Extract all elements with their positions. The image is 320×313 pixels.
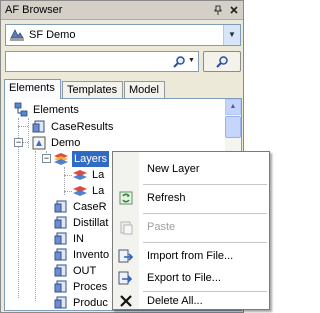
- menu-item-label: Import from File...: [147, 250, 234, 262]
- database-selector[interactable]: SF Demo ▼: [5, 24, 241, 46]
- element-icon: [53, 199, 69, 215]
- search-icon: [215, 55, 229, 69]
- menu-item-label: Export to File...: [147, 272, 221, 284]
- tree-item-label: Layers: [72, 151, 110, 167]
- menu-item-label: Refresh: [147, 192, 186, 204]
- search-field[interactable]: ▼: [5, 51, 199, 72]
- chevron-down-icon[interactable]: ▼: [223, 25, 240, 45]
- tree-item-label: Elements: [33, 104, 79, 116]
- demo-element-icon: [31, 135, 47, 151]
- panel-titlebar: AF Browser: [1, 1, 243, 20]
- search-button[interactable]: [203, 51, 241, 72]
- menu-item-export[interactable]: Export to File...: [113, 267, 269, 289]
- elements-root-icon: [13, 102, 29, 118]
- panel-title: AF Browser: [5, 4, 63, 16]
- pin-icon[interactable]: [212, 4, 224, 16]
- close-icon[interactable]: [228, 4, 240, 16]
- scroll-up-icon[interactable]: ▲: [225, 99, 241, 115]
- element-icon: [53, 215, 69, 231]
- import-icon: [118, 248, 134, 264]
- tree-item-label: IN: [73, 233, 84, 245]
- menu-item-label: Delete All...: [147, 295, 203, 307]
- menu-item-paste[interactable]: Paste: [113, 216, 269, 238]
- tree-item-label: CaseR: [73, 201, 107, 213]
- collapse-icon[interactable]: −: [14, 138, 23, 147]
- scrollbar-thumb[interactable]: [225, 116, 241, 138]
- element-icon: [53, 295, 69, 310]
- menu-item-delete-all[interactable]: Delete All...: [113, 290, 269, 312]
- tree-item-label: Distillat: [73, 217, 109, 229]
- tree-item-label: Invento: [73, 249, 110, 261]
- layer-icon: [72, 183, 88, 199]
- menu-item-new-layer[interactable]: New Layer: [113, 158, 269, 180]
- tree-item-label: La: [92, 185, 105, 197]
- element-icon: [53, 263, 69, 279]
- tab-elements[interactable]: Elements: [4, 79, 61, 99]
- tab-templates[interactable]: Templates: [62, 81, 123, 99]
- search-options-chevron-icon[interactable]: ▼: [188, 57, 195, 64]
- element-icon: [53, 279, 69, 295]
- browser-tabs: Elements Templates Model: [4, 79, 244, 99]
- layer-icon: [72, 167, 88, 183]
- layers-icon: [53, 151, 69, 167]
- refresh-icon: [118, 190, 134, 206]
- tree-item-label: La: [92, 169, 105, 181]
- tab-model[interactable]: Model: [124, 81, 165, 99]
- tree-item-label: OUT: [73, 265, 97, 277]
- delete-icon: [118, 293, 134, 309]
- menu-item-label: Paste: [147, 221, 176, 233]
- menu-item-refresh[interactable]: Refresh: [113, 187, 269, 209]
- tree-item-label: Demo: [51, 137, 81, 149]
- search-icon[interactable]: [172, 55, 186, 69]
- element-icon: [53, 247, 69, 263]
- menu-item-import[interactable]: Import from File...: [113, 245, 269, 267]
- search-row: ▼: [5, 51, 241, 73]
- element-icon: [31, 119, 47, 135]
- context-menu: New Layer Refresh Paste Import from File…: [112, 151, 270, 310]
- menu-item-label: New Layer: [147, 163, 200, 175]
- collapse-icon[interactable]: −: [42, 154, 51, 163]
- element-icon: [53, 231, 69, 247]
- database-selector-value: SF Demo: [29, 29, 76, 41]
- database-icon: [9, 28, 25, 42]
- tree-item-label: Proces: [73, 281, 108, 293]
- export-icon: [118, 270, 134, 286]
- tree-item-label: Produc: [73, 297, 108, 309]
- paste-icon: [118, 219, 134, 235]
- search-input[interactable]: [8, 53, 158, 71]
- tree-item-label: CaseResults: [51, 121, 114, 133]
